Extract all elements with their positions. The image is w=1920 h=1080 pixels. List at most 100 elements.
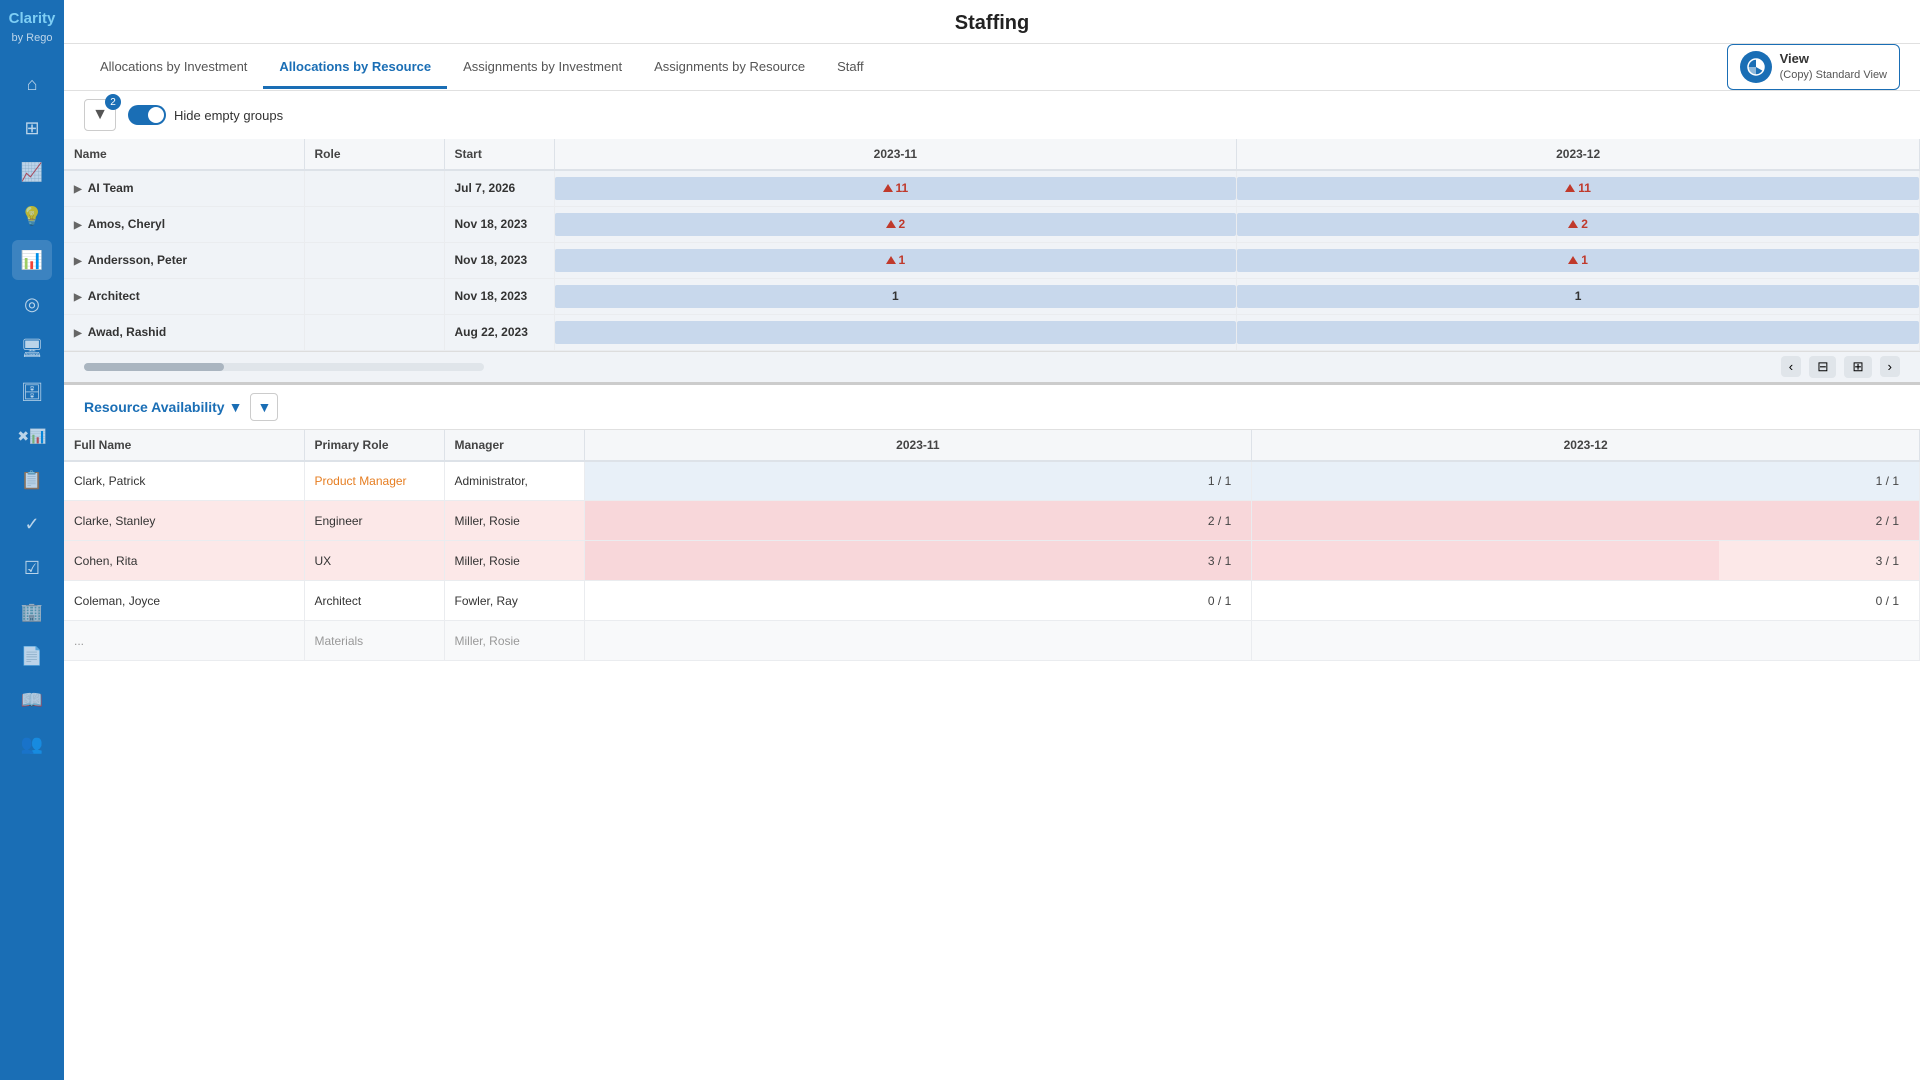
db-icon[interactable]: 🗄 <box>12 372 52 412</box>
allocations-table: Name Role Start 2023-11 2023-12 ▶AI Team <box>64 139 1920 351</box>
row-manager: Miller, Rosie <box>444 541 584 581</box>
bottom-filter-button[interactable]: ▼ <box>250 393 278 421</box>
collapse-btn[interactable]: ⊟ <box>1809 356 1836 378</box>
row-name: ▶Andersson, Peter <box>64 242 304 278</box>
content-area: Name Role Start 2023-11 2023-12 ▶AI Team <box>64 139 1920 1080</box>
allocations-table-wrap: Name Role Start 2023-11 2023-12 ▶AI Team <box>64 139 1920 385</box>
tab-assign-investment[interactable]: Assignments by Investment <box>447 47 638 89</box>
expand-arrow[interactable]: ▶ <box>74 256 82 267</box>
col-header-start: Start <box>444 139 554 170</box>
people-icon[interactable]: 👥 <box>12 724 52 764</box>
expand-arrow[interactable]: ▶ <box>74 184 82 195</box>
expand-arrow[interactable]: ▶ <box>74 292 82 303</box>
page-title: Staffing <box>64 12 1920 35</box>
row-name: ▶Amos, Cheryl <box>64 206 304 242</box>
avail-value: 1 / 1 <box>1208 474 1241 488</box>
avail-value: 0 / 1 <box>1876 594 1909 608</box>
grid-icon[interactable]: ⊞ <box>12 108 52 148</box>
bar-chart-icon[interactable]: 📊 <box>12 240 52 280</box>
row-role <box>304 278 444 314</box>
col-header-primaryrole: Primary Role <box>304 430 444 461</box>
row-manager: Miller, Rosie <box>444 621 584 661</box>
app-logo: Clarity by Rego <box>3 10 62 46</box>
task-check-icon[interactable]: ☑ <box>12 548 52 588</box>
row-start: Nov 18, 2023 <box>444 278 554 314</box>
filter-icon: ▼ <box>92 106 108 124</box>
gantt-alert: 1 <box>886 253 906 267</box>
view-button[interactable]: View (Copy) Standard View <box>1727 44 1900 90</box>
row-fullname: Coleman, Joyce <box>64 581 304 621</box>
x-chart-icon[interactable]: ✖📊 <box>12 416 52 456</box>
row-role: Architect <box>304 581 444 621</box>
book-icon[interactable]: 📖 <box>12 680 52 720</box>
app-title: Clarity <box>9 10 56 27</box>
row-manager: Administrator, <box>444 461 584 501</box>
row-role: Materials <box>304 621 444 661</box>
row-role <box>304 314 444 350</box>
check-icon[interactable]: ✓ <box>12 504 52 544</box>
scroll-right-btn[interactable]: › <box>1880 356 1900 377</box>
col-header-avail-12: 2023-12 <box>1252 430 1920 461</box>
h-scrollbar[interactable] <box>84 363 484 371</box>
filter-badge: 2 <box>105 94 121 110</box>
over-bar <box>1252 541 1719 580</box>
row-avail-11 <box>584 621 1252 661</box>
resource-avail-label: Resource Availability <box>84 399 225 415</box>
main-content: Staffing Allocations by Investment Alloc… <box>64 0 1920 1080</box>
filter-button[interactable]: ▼ 2 <box>84 99 116 131</box>
row-avail-12: 2 / 1 <box>1252 501 1920 541</box>
org-icon[interactable]: 🏢 <box>12 592 52 632</box>
resource-table-wrap[interactable]: Full Name Primary Role Manager 2023-11 2… <box>64 430 1920 1080</box>
monitor-icon[interactable]: 🖥 <box>12 328 52 368</box>
alert-icon <box>883 184 893 192</box>
scroll-left-btn[interactable]: ‹ <box>1781 356 1801 377</box>
row-avail-11: 0 / 1 <box>584 581 1252 621</box>
row-fullname: Cohen, Rita <box>64 541 304 581</box>
row-manager: Fowler, Ray <box>444 581 584 621</box>
expand-btn[interactable]: ⊞ <box>1844 356 1871 378</box>
tab-staff[interactable]: Staff <box>821 47 880 89</box>
row-gantt-12: 1 <box>1237 278 1920 314</box>
resource-availability-button[interactable]: Resource Availability ▼ <box>84 399 242 415</box>
table-row: ▶AI Team Jul 7, 2026 11 <box>64 170 1920 206</box>
resource-availability-section: Resource Availability ▼ ▼ Full Name Prim… <box>64 385 1920 1080</box>
row-manager: Miller, Rosie <box>444 501 584 541</box>
chart-line-icon[interactable]: 📈 <box>12 152 52 192</box>
row-start: Aug 22, 2023 <box>444 314 554 350</box>
tab-assign-resource[interactable]: Assignments by Resource <box>638 47 821 89</box>
resource-header-row: Full Name Primary Role Manager 2023-11 2… <box>64 430 1920 461</box>
row-name: ▶Awad, Rashid <box>64 314 304 350</box>
row-role <box>304 170 444 206</box>
target-icon[interactable]: ◎ <box>12 284 52 324</box>
view-label-wrap: View (Copy) Standard View <box>1780 51 1887 82</box>
row-role <box>304 242 444 278</box>
gantt-value: 1 <box>892 289 899 303</box>
hide-empty-toggle[interactable]: Hide empty groups <box>128 105 283 125</box>
row-fullname: Clark, Patrick <box>64 461 304 501</box>
row-role: UX <box>304 541 444 581</box>
list-icon[interactable]: 📋 <box>12 460 52 500</box>
alert-icon <box>886 220 896 228</box>
alert-icon <box>886 256 896 264</box>
expand-arrow[interactable]: ▶ <box>74 328 82 339</box>
gantt-alert: 11 <box>1565 181 1591 195</box>
row-gantt-11: 11 <box>554 170 1237 206</box>
col-header-avail-11: 2023-11 <box>584 430 1252 461</box>
row-avail-11: 2 / 1 <box>584 501 1252 541</box>
sidebar: Clarity by Rego ⌂ ⊞ 📈 💡 📊 ◎ 🖥 🗄 ✖📊 📋 ✓ ☑… <box>0 0 64 1080</box>
expand-arrow[interactable]: ▶ <box>74 220 82 231</box>
row-gantt-11: 1 <box>554 278 1237 314</box>
avail-value: 3 / 1 <box>1208 554 1241 568</box>
row-start: Jul 7, 2026 <box>444 170 554 206</box>
table-row: Clark, Patrick Product Manager Administr… <box>64 461 1920 501</box>
row-gantt-12: 11 <box>1237 170 1920 206</box>
row-fullname: Clarke, Stanley <box>64 501 304 541</box>
home-icon[interactable]: ⌂ <box>12 64 52 104</box>
toggle-switch[interactable] <box>128 105 166 125</box>
tab-alloc-investment[interactable]: Allocations by Investment <box>84 47 263 89</box>
page-icon[interactable]: 📄 <box>12 636 52 676</box>
bulb-icon[interactable]: 💡 <box>12 196 52 236</box>
row-avail-12: 3 / 1 <box>1252 541 1920 581</box>
table-row: ▶Andersson, Peter Nov 18, 2023 1 <box>64 242 1920 278</box>
tab-alloc-resource[interactable]: Allocations by Resource <box>263 47 447 89</box>
